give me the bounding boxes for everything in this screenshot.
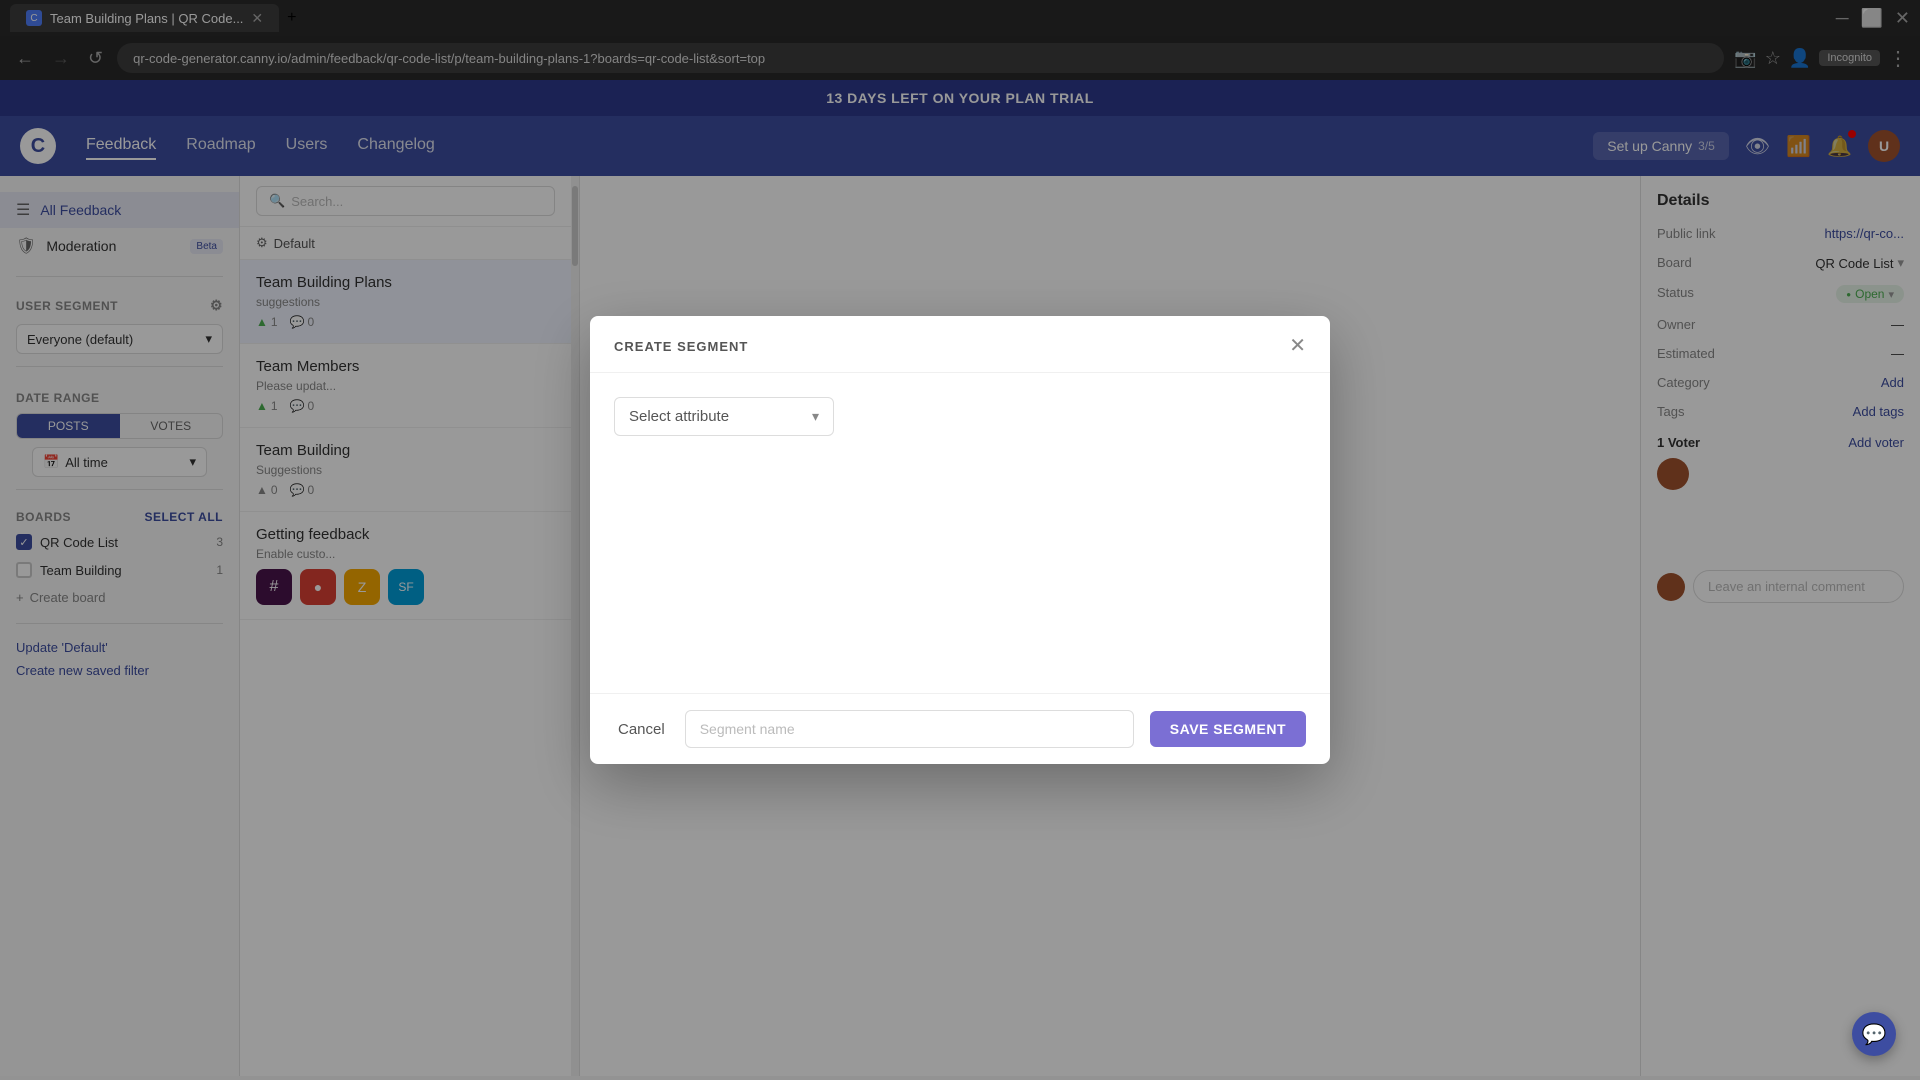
save-segment-button[interactable]: SAVE SEGMENT (1150, 711, 1306, 747)
modal-body: Select attribute ▾ (590, 373, 1330, 693)
chat-icon: 💬 (1862, 1022, 1887, 1047)
cancel-button[interactable]: Cancel (614, 713, 669, 746)
create-segment-modal: CREATE SEGMENT ✕ Select attribute ▾ Canc… (590, 316, 1330, 764)
select-attribute-label: Select attribute (629, 408, 729, 425)
attribute-chevron-icon: ▾ (812, 408, 819, 425)
segment-name-input[interactable] (685, 710, 1134, 748)
modal-overlay: CREATE SEGMENT ✕ Select attribute ▾ Canc… (0, 0, 1920, 1080)
select-attribute-dropdown[interactable]: Select attribute ▾ (614, 397, 834, 436)
chat-bubble[interactable]: 💬 (1852, 1012, 1896, 1056)
modal-close-button[interactable]: ✕ (1289, 336, 1306, 356)
modal-header: CREATE SEGMENT ✕ (590, 316, 1330, 373)
modal-footer: Cancel SAVE SEGMENT (590, 693, 1330, 764)
modal-title: CREATE SEGMENT (614, 339, 748, 354)
